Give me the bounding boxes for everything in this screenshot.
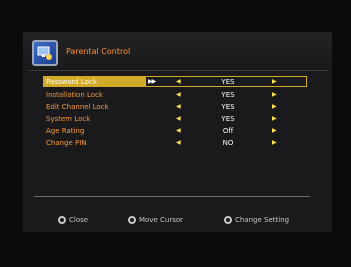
left-arrow-icon[interactable]: ◀ [176, 78, 181, 85]
left-arrow-icon[interactable]: ◀ [176, 115, 181, 122]
setting-label: Edit Channel Lock [46, 103, 109, 111]
setting-label: Password Lock [46, 78, 97, 86]
setting-value[interactable]: Off [190, 127, 266, 135]
footer-divider [34, 196, 310, 197]
right-arrow-icon[interactable]: ▶ [272, 78, 277, 85]
parental-control-screen: Parental Control Password Lock ▶▶ ◀ YES … [0, 0, 351, 267]
left-arrow-icon[interactable]: ◀ [176, 91, 181, 98]
setting-value[interactable]: YES [190, 78, 266, 86]
setting-label: Installation Lock [46, 91, 103, 99]
right-arrow-icon[interactable]: ▶ [272, 103, 277, 110]
page-title: Parental Control [66, 47, 131, 56]
right-arrow-icon[interactable]: ▶ [272, 139, 277, 146]
change-setting-hint-label: Change Setting [235, 215, 290, 224]
left-arrow-icon[interactable]: ◀ [176, 103, 181, 110]
move-cursor-hint-label: Move Cursor [139, 215, 184, 224]
close-hint-label: Close [69, 215, 89, 224]
right-arrow-icon[interactable]: ▶ [272, 127, 277, 134]
move-cursor-hint[interactable]: Move Cursor [128, 209, 184, 224]
setting-value[interactable]: NO [190, 139, 266, 147]
setting-value[interactable]: YES [190, 103, 266, 111]
left-right-button-icon [224, 215, 232, 224]
parental-control-icon [32, 40, 58, 66]
change-setting-hint[interactable]: Change Setting [224, 209, 290, 224]
fast-forward-icon: ▶▶ [148, 78, 156, 85]
setting-row-change-pin[interactable]: Change PIN ◀ NO ▶ [0, 137, 351, 150]
right-arrow-icon[interactable]: ▶ [272, 91, 277, 98]
setting-row-password-lock[interactable]: Password Lock ▶▶ ◀ YES ▶ [0, 76, 351, 89]
right-arrow-icon[interactable]: ▶ [272, 115, 277, 122]
close-hint[interactable]: Close [58, 209, 89, 224]
setting-label: System Lock [46, 115, 91, 123]
left-arrow-icon[interactable]: ◀ [176, 127, 181, 134]
setting-value[interactable]: YES [190, 115, 266, 123]
setting-label: Change PIN [46, 139, 87, 147]
setting-value[interactable]: YES [190, 91, 266, 99]
setting-label: Age Rating [46, 127, 85, 135]
navigation-button-icon [128, 215, 136, 224]
left-arrow-icon[interactable]: ◀ [176, 139, 181, 146]
header-divider [28, 70, 328, 71]
exit-button-icon [58, 215, 66, 224]
